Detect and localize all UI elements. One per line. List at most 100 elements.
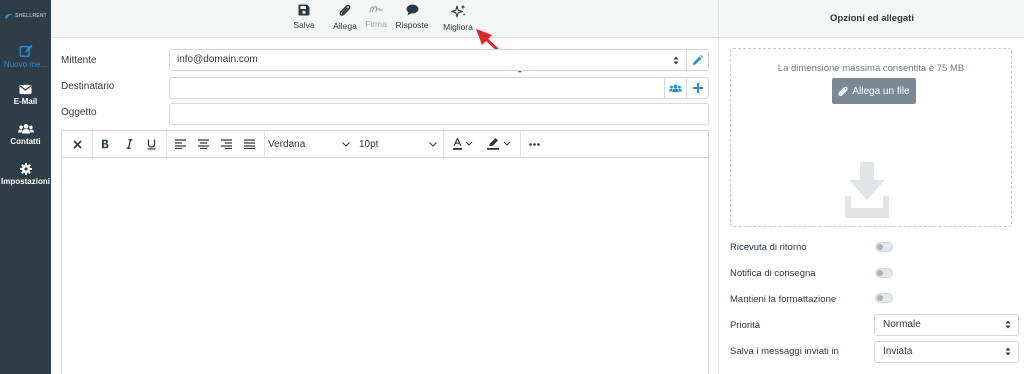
brand-logo: SHELLRENT	[0, 8, 51, 24]
font-family-select[interactable]: Verdana	[268, 131, 352, 157]
attachment-dropzone[interactable]: La dimensione massima consentita è 75 MB…	[730, 48, 1012, 227]
close-icon	[72, 139, 82, 149]
font-size-value: 10pt	[359, 138, 379, 150]
highlight-color-button[interactable]	[482, 131, 516, 157]
rail-item-label: Impostazioni	[1, 177, 50, 186]
keep-formatting-label: Mantieni la formattazione	[730, 294, 837, 305]
select-arrows-icon	[1005, 347, 1011, 356]
max-size-text: La dimensione massima consentita è 75 MB	[777, 63, 965, 74]
clear-formatting-button[interactable]	[66, 131, 88, 157]
align-center-icon	[197, 139, 209, 149]
recipient-input[interactable]	[169, 77, 665, 99]
align-left-icon	[174, 139, 186, 149]
align-right-icon	[220, 139, 232, 149]
speech-bubble-icon	[406, 4, 418, 16]
priority-value: Normale	[883, 319, 921, 330]
responses-button[interactable]: Risposte	[394, 4, 430, 30]
rail-item-settings[interactable]: Impostazioni	[0, 163, 51, 186]
pencil-icon	[693, 54, 703, 65]
add-recipient-button[interactable]	[686, 77, 709, 99]
rail-item-label: Nuovo me...	[3, 60, 48, 69]
toolbar-divider	[443, 131, 444, 157]
font-family-value: Verdana	[268, 138, 306, 150]
logo-text: SHELLRENT	[15, 13, 47, 19]
chevron-down-icon	[429, 141, 437, 147]
sender-select[interactable]: info@domain.com	[169, 49, 687, 71]
keep-formatting-toggle[interactable]	[875, 293, 893, 303]
message-editor: Verdana 10pt	[61, 130, 709, 374]
align-left-button[interactable]	[169, 131, 191, 157]
compose-window: SHELLRENT Nuovo me... E-Mail Contatti Im…	[0, 0, 1024, 374]
toolbar-divider	[520, 131, 521, 157]
subject-input[interactable]	[169, 103, 709, 125]
signature-label: Firma	[365, 19, 387, 29]
bold-button[interactable]	[94, 131, 116, 157]
ellipsis-icon	[528, 142, 540, 146]
editor-toolbar: Verdana 10pt	[62, 131, 708, 158]
compose-toolbar: Salva Allega Firma Risposte Migliora	[51, 0, 718, 38]
italic-button[interactable]	[118, 131, 140, 157]
save-button[interactable]: Salva	[291, 4, 317, 30]
options-panel: Opzioni ed allegati La dimensione massim…	[718, 0, 1024, 374]
return-receipt-label: Ricevuta di ritorno	[730, 242, 807, 253]
attach-file-label: Allega un file	[852, 85, 910, 97]
plus-icon	[692, 83, 703, 93]
left-rail: SHELLRENT Nuovo me... E-Mail Contatti Im…	[0, 0, 51, 374]
attach-file-button[interactable]: Allega un file	[832, 78, 916, 104]
italic-icon	[126, 139, 132, 149]
sparkles-icon	[450, 4, 465, 18]
rail-item-new-message[interactable]: Nuovo me...	[0, 44, 51, 69]
subject-label: Oggetto	[61, 107, 97, 118]
align-justify-button[interactable]	[238, 131, 260, 157]
compose-icon	[19, 44, 33, 57]
paperclip-icon	[838, 86, 848, 96]
delivery-notice-label: Notifica di consegna	[730, 268, 816, 279]
attach-label: Allega	[333, 21, 357, 31]
toolbar-divider	[264, 131, 265, 157]
envelope-icon	[19, 84, 32, 95]
underline-button[interactable]	[140, 131, 162, 157]
select-arrows-icon	[673, 56, 679, 65]
priority-select[interactable]: Normale	[874, 314, 1019, 336]
font-size-select[interactable]: 10pt	[359, 131, 439, 157]
highlighter-icon	[487, 138, 511, 150]
text-color-icon	[453, 138, 473, 150]
align-justify-icon	[243, 139, 255, 149]
paperclip-icon	[339, 4, 351, 16]
save-sent-select[interactable]: Inviata	[874, 341, 1019, 363]
bold-icon	[102, 139, 109, 149]
attach-button[interactable]: Allega	[330, 4, 360, 31]
gear-icon	[19, 163, 32, 175]
save-sent-label: Salva i messaggi inviati in	[730, 346, 839, 357]
return-receipt-toggle[interactable]	[875, 242, 893, 252]
rail-item-label: E-Mail	[13, 97, 38, 106]
toolbar-divider	[92, 131, 93, 157]
recipient-label: Destinatario	[61, 81, 115, 92]
align-center-button[interactable]	[192, 131, 214, 157]
select-arrows-icon	[1005, 320, 1011, 329]
underline-icon	[147, 139, 155, 150]
align-right-button[interactable]	[215, 131, 237, 157]
chevron-down-icon	[342, 141, 350, 147]
signature-button[interactable]: Firma	[364, 4, 388, 29]
more-options-button[interactable]	[523, 131, 545, 157]
floppy-disk-icon	[298, 4, 310, 16]
sender-value: info@domain.com	[177, 54, 258, 65]
rail-item-label: Contatti	[10, 137, 41, 146]
text-color-button[interactable]	[448, 131, 478, 157]
signature-icon	[369, 6, 383, 13]
rail-item-contacts[interactable]: Contatti	[0, 123, 51, 146]
users-icon	[669, 83, 682, 92]
logo-icon	[4, 13, 13, 19]
responses-label: Risposte	[395, 20, 429, 30]
rail-item-email[interactable]: E-Mail	[0, 84, 51, 106]
sender-label: Mittente	[61, 55, 97, 66]
options-panel-title: Opzioni ed allegati	[719, 0, 1024, 38]
users-icon	[17, 124, 34, 134]
edit-sender-button[interactable]	[686, 49, 709, 71]
address-book-button[interactable]	[664, 77, 687, 99]
save-sent-value: Inviata	[883, 346, 913, 357]
save-label: Salva	[293, 20, 315, 30]
message-body[interactable]	[62, 158, 708, 374]
delivery-notice-toggle[interactable]	[875, 268, 893, 278]
